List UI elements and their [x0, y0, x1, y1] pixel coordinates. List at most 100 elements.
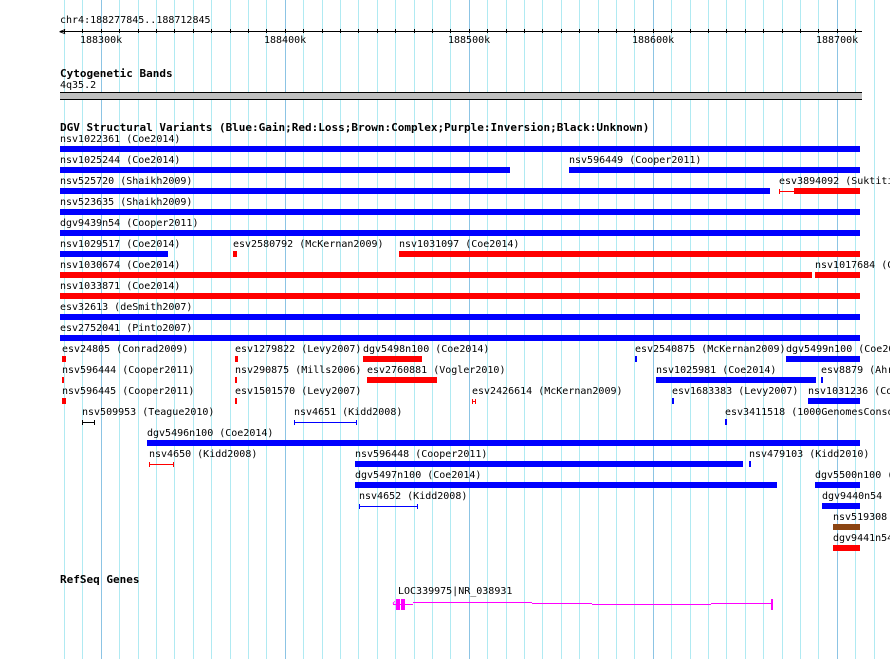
gene-intron[interactable] — [711, 603, 771, 604]
feature-label[interactable]: esv2580792 (McKernan2009) — [233, 239, 384, 250]
feature-bar[interactable] — [815, 272, 860, 278]
feature-bar[interactable] — [367, 377, 437, 383]
feature-bar[interactable] — [656, 377, 816, 383]
feature-label[interactable]: nsv525720 (Shaikh2009) — [60, 176, 192, 187]
feature-label[interactable]: esv2760881 (Vogler2010) — [367, 365, 505, 376]
gene-exon[interactable] — [771, 599, 773, 610]
feature-label[interactable]: nsv1025981 (Coe2014) — [656, 365, 776, 376]
gene-intron[interactable] — [413, 602, 473, 603]
feature-label[interactable]: esv2752041 (Pinto2007) — [60, 323, 192, 334]
feature-label[interactable]: nsv1029517 (Coe2014) — [60, 239, 180, 250]
feature-label[interactable]: nsv4652 (Kidd2008) — [359, 491, 467, 502]
feature-label[interactable]: nsv4650 (Kidd2008) — [149, 449, 257, 460]
feature-bar[interactable] — [833, 545, 860, 551]
feature-bar[interactable] — [60, 209, 860, 215]
feature-label[interactable]: nsv519308 — [833, 512, 887, 523]
feature-label[interactable]: esv3894092 (Suktiti — [779, 176, 890, 187]
feature-bar[interactable] — [62, 356, 66, 362]
feature-bar[interactable] — [749, 461, 751, 467]
feature-label[interactable]: nsv596445 (Cooper2011) — [62, 386, 194, 397]
feature-label[interactable]: esv1279822 (Levy2007) — [235, 344, 361, 355]
feature-bar[interactable] — [822, 503, 860, 509]
feature-label[interactable]: dgv5500n100 ( — [815, 470, 890, 481]
feature-label[interactable]: esv2540875 (McKernan2009) — [635, 344, 786, 355]
dgv-track-title: DGV Structural Variants (Blue:Gain;Red:L… — [60, 121, 650, 134]
ruler-tick — [469, 29, 470, 33]
feature-label[interactable]: esv2426614 (McKernan2009) — [472, 386, 623, 397]
feature-bar[interactable] — [60, 293, 860, 299]
feature-label[interactable]: esv3411518 (1000GenomesConso — [725, 407, 890, 418]
feature-bar[interactable] — [833, 524, 860, 530]
feature-label[interactable]: esv24805 (Conrad2009) — [62, 344, 188, 355]
feature-label[interactable]: nsv1033871 (Coe2014) — [60, 281, 180, 292]
feature-label[interactable]: dgv5497n100 (Coe2014) — [355, 470, 481, 481]
feature-label[interactable]: nsv1017684 (C — [815, 260, 890, 271]
feature-label[interactable]: esv32613 (deSmith2007) — [60, 302, 192, 313]
feature-bar[interactable] — [235, 398, 237, 404]
feature-label[interactable]: dgv9440n54 ( — [822, 491, 890, 502]
feature-label[interactable]: esv1501570 (Levy2007) — [235, 386, 361, 397]
feature-bar[interactable] — [233, 251, 237, 257]
feature-label[interactable]: nsv523635 (Shaikh2009) — [60, 197, 192, 208]
gene-intron[interactable] — [532, 603, 592, 604]
feature-label[interactable]: dgv5498n100 (Coe2014) — [363, 344, 489, 355]
gene-intron[interactable] — [472, 602, 533, 603]
feature-bar[interactable] — [363, 356, 422, 362]
feature-bar[interactable] — [635, 356, 637, 362]
feature-label[interactable]: nsv4651 (Kidd2008) — [294, 407, 402, 418]
feature-bar[interactable] — [60, 314, 860, 320]
gene-exon[interactable] — [396, 599, 400, 610]
feature-label[interactable]: nsv596444 (Cooper2011) — [62, 365, 194, 376]
feature-bar[interactable] — [569, 167, 860, 173]
feature-bar[interactable] — [60, 188, 770, 194]
feature-bar[interactable] — [60, 335, 860, 341]
feature-label[interactable]: dgv9441n54 — [833, 533, 890, 544]
feature-label[interactable]: dgv5499n100 (Coe20 — [786, 344, 890, 355]
feature-bar[interactable] — [725, 419, 727, 425]
feature-interval[interactable] — [359, 506, 418, 507]
feature-bar[interactable] — [60, 272, 812, 278]
feature-label[interactable]: nsv1031236 (Co — [808, 386, 890, 397]
feature-bar[interactable] — [62, 398, 66, 404]
feature-bar[interactable] — [355, 482, 777, 488]
feature-label[interactable]: dgv5496n100 (Coe2014) — [147, 428, 273, 439]
feature-bar[interactable] — [672, 398, 674, 404]
gene-intron[interactable] — [592, 604, 652, 605]
feature-label[interactable]: nsv1025244 (Coe2014) — [60, 155, 180, 166]
feature-bar[interactable] — [62, 377, 64, 383]
left-arrow-icon[interactable]: < — [59, 26, 66, 37]
gene-label[interactable]: LOC339975|NR_038931 — [398, 586, 512, 597]
feature-bar[interactable] — [60, 146, 860, 152]
feature-bar[interactable] — [399, 251, 860, 257]
feature-interval[interactable] — [779, 191, 794, 192]
feature-interval[interactable] — [294, 422, 357, 423]
feature-bar[interactable] — [60, 167, 510, 173]
feature-label[interactable]: esv8879 (Ahr — [821, 365, 890, 376]
feature-bar[interactable] — [786, 356, 860, 362]
feature-bar[interactable] — [815, 482, 860, 488]
feature-label[interactable]: esv1683383 (Levy2007) — [672, 386, 798, 397]
feature-label[interactable]: nsv596449 (Cooper2011) — [569, 155, 701, 166]
feature-bar[interactable] — [235, 377, 237, 383]
feature-interval[interactable] — [149, 464, 174, 465]
feature-bar[interactable] — [355, 461, 743, 467]
gene-intron[interactable] — [651, 604, 712, 605]
feature-bar[interactable] — [147, 440, 860, 446]
feature-label[interactable]: nsv479103 (Kidd2010) — [749, 449, 869, 460]
feature-label[interactable]: nsv1031097 (Coe2014) — [399, 239, 519, 250]
feature-label[interactable]: nsv1030674 (Coe2014) — [60, 260, 180, 271]
feature-bar[interactable] — [235, 356, 238, 362]
cyto-band[interactable] — [60, 92, 862, 100]
gene-exon[interactable] — [403, 599, 405, 610]
feature-bar[interactable] — [808, 398, 860, 404]
feature-label[interactable]: nsv1022361 (Coe2014) — [60, 134, 180, 145]
feature-label[interactable]: nsv596448 (Cooper2011) — [355, 449, 487, 460]
ruler-tick — [230, 29, 231, 33]
feature-label[interactable]: dgv9439n54 (Cooper2011) — [60, 218, 198, 229]
feature-label[interactable]: nsv290875 (Mills2006) — [235, 365, 361, 376]
feature-bar[interactable] — [60, 251, 168, 257]
feature-bar[interactable] — [794, 188, 860, 194]
feature-bar[interactable] — [60, 230, 860, 236]
feature-bar[interactable] — [821, 377, 823, 383]
feature-label[interactable]: nsv509953 (Teague2010) — [82, 407, 214, 418]
